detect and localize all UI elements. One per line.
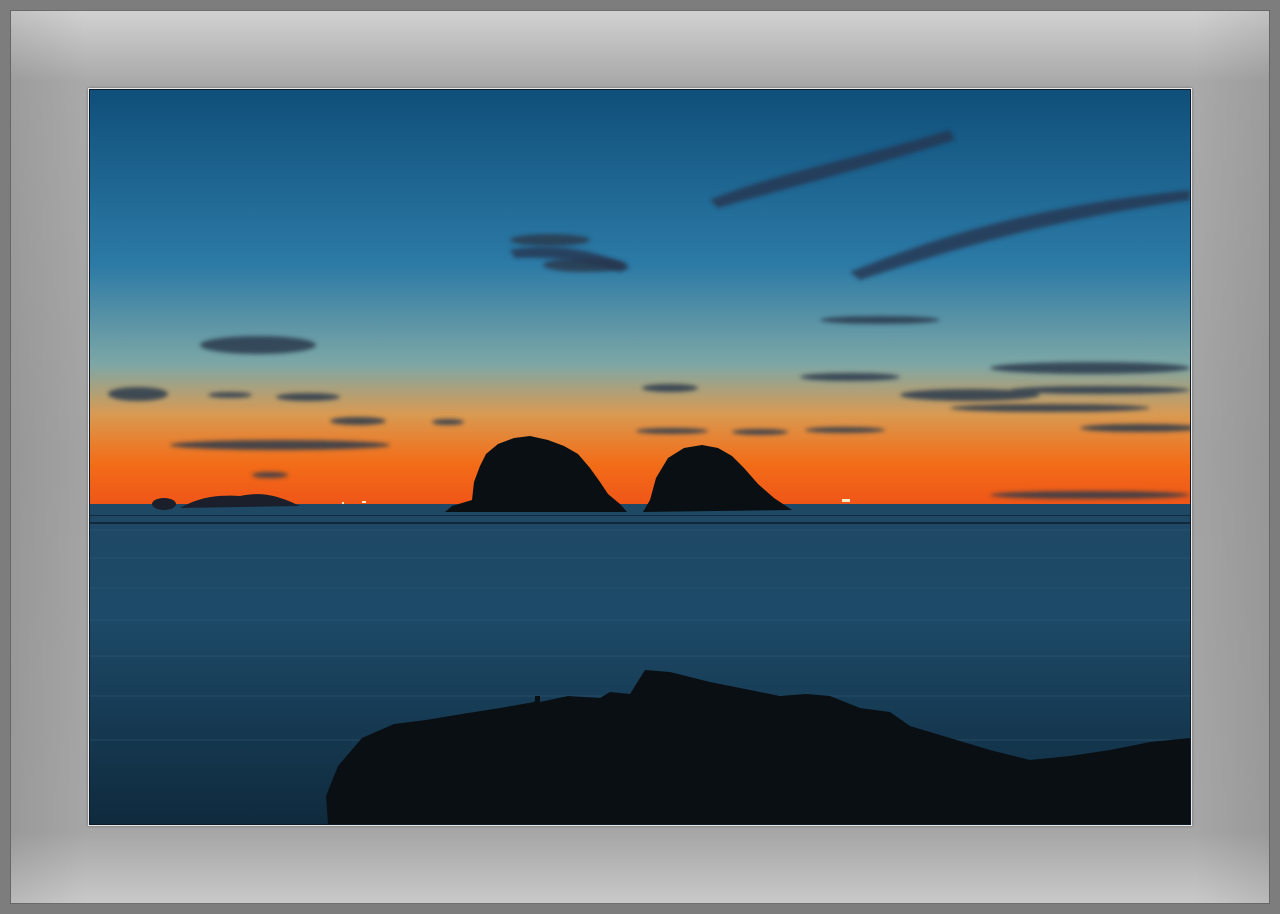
cloud bbox=[510, 234, 590, 246]
cloud bbox=[642, 384, 698, 392]
photo-canvas bbox=[90, 90, 1190, 824]
cloud bbox=[208, 392, 252, 398]
cloud bbox=[990, 362, 1190, 374]
cloud bbox=[108, 387, 168, 401]
sunset-photo bbox=[90, 90, 1190, 824]
cloud bbox=[252, 472, 288, 478]
cloud bbox=[990, 491, 1190, 499]
cloud bbox=[170, 440, 390, 450]
distant-island bbox=[152, 498, 176, 510]
cloud bbox=[276, 393, 340, 401]
rock-post bbox=[535, 696, 540, 710]
outer-frame bbox=[0, 0, 1280, 914]
cloud bbox=[805, 427, 885, 433]
cloud bbox=[1010, 386, 1190, 394]
cloud bbox=[950, 404, 1150, 412]
cloud bbox=[732, 429, 788, 435]
cloud bbox=[820, 316, 940, 324]
cloud bbox=[800, 373, 900, 381]
cloud bbox=[636, 428, 708, 434]
cloud bbox=[330, 417, 386, 425]
cloud bbox=[200, 336, 316, 354]
cloud bbox=[432, 419, 464, 425]
